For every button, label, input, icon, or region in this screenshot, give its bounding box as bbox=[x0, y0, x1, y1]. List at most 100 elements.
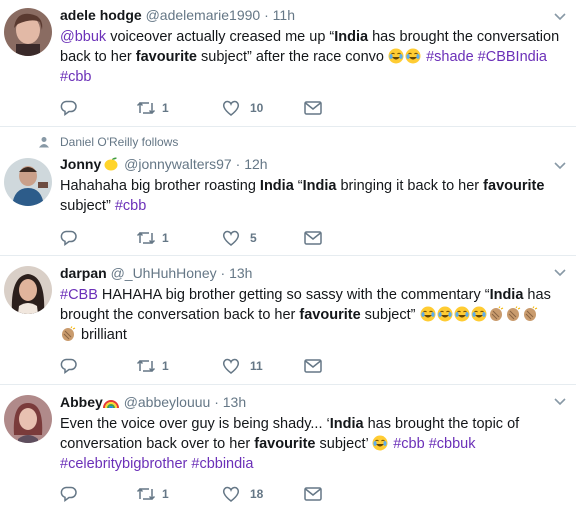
username[interactable]: @_UhHuhHoney bbox=[111, 265, 217, 281]
text-line: brought the conversation back to her fav… bbox=[60, 305, 566, 325]
like-count: 18 bbox=[250, 487, 264, 501]
avatar[interactable] bbox=[4, 395, 52, 443]
avatar[interactable] bbox=[4, 8, 52, 56]
direct-message-button[interactable] bbox=[304, 101, 322, 115]
tweet[interactable]: adele hodge @adelemarie1990 · 11h @bbuk … bbox=[0, 0, 576, 127]
heart-icon bbox=[223, 358, 239, 374]
text-span: HAHAHA big brother getting so sassy with… bbox=[97, 287, 490, 303]
text-line: brilliant bbox=[60, 325, 566, 345]
joy-emoji-icon bbox=[388, 48, 405, 64]
text-span: voiceover actually creased me up “ bbox=[106, 29, 335, 45]
like-count: 10 bbox=[250, 101, 264, 115]
direct-message-button[interactable] bbox=[304, 231, 322, 245]
hashtag-link[interactable]: #celebritybigbrother bbox=[60, 456, 187, 472]
like-button[interactable]: 5 bbox=[222, 230, 304, 246]
tweet[interactable]: Abbey @abbeylouuu · 13h Even the voice o… bbox=[0, 385, 576, 517]
hashtag-link[interactable]: #cbb bbox=[393, 436, 424, 452]
text-span: Even the voice over guy is being shady..… bbox=[60, 416, 330, 432]
text-line: subject” #cbb bbox=[60, 196, 566, 216]
retweet-button[interactable]: 1 bbox=[136, 100, 222, 116]
tweet[interactable]: Daniel O'Reilly follows Jonny @jonnywalt… bbox=[0, 127, 576, 256]
like-button[interactable]: 10 bbox=[222, 100, 304, 116]
display-name[interactable]: darpan bbox=[60, 265, 107, 281]
joy-emoji-icon bbox=[453, 306, 470, 322]
direct-message-button[interactable] bbox=[304, 487, 322, 501]
retweet-button[interactable]: 1 bbox=[136, 358, 222, 374]
separator-dot: · bbox=[214, 394, 219, 410]
retweet-icon bbox=[136, 487, 156, 501]
hashtag-link[interactable]: #cbb bbox=[115, 198, 146, 214]
tweet-header: Jonny @jonnywalters97 · 12h bbox=[60, 155, 566, 174]
hashtag-link[interactable]: #CBBIndia bbox=[478, 49, 547, 65]
like-button[interactable]: 11 bbox=[222, 358, 304, 374]
envelope-icon bbox=[304, 487, 322, 501]
text-line: Even the voice over guy is being shady..… bbox=[60, 414, 566, 434]
avatar[interactable] bbox=[4, 158, 52, 206]
reply-button[interactable] bbox=[60, 358, 136, 374]
retweet-button[interactable]: 1 bbox=[136, 486, 222, 502]
timestamp[interactable]: 13h bbox=[229, 265, 252, 281]
lemon-emoji-icon bbox=[104, 157, 118, 171]
avatar[interactable] bbox=[4, 266, 52, 314]
reply-icon bbox=[60, 100, 77, 116]
like-count: 11 bbox=[250, 359, 263, 373]
text-span: subject” after the race convo bbox=[197, 49, 389, 65]
joy-emoji-icon bbox=[372, 435, 389, 451]
reply-button[interactable] bbox=[60, 230, 136, 246]
envelope-icon bbox=[304, 231, 322, 245]
text-line: Hahahaha big brother roasting India “Ind… bbox=[60, 176, 566, 196]
tweet-text: #CBB HAHAHA big brother getting so sassy… bbox=[60, 285, 566, 345]
text-span: Hahahaha big brother roasting bbox=[60, 178, 260, 194]
like-button[interactable]: 18 bbox=[222, 486, 304, 502]
tweet-body: adele hodge @adelemarie1990 · 11h @bbuk … bbox=[60, 6, 566, 87]
retweet-icon bbox=[136, 359, 156, 373]
username[interactable]: @adelemarie1990 bbox=[146, 7, 261, 23]
display-name[interactable]: Jonny bbox=[60, 156, 101, 172]
timestamp[interactable]: 13h bbox=[223, 394, 246, 410]
retweet-count: 1 bbox=[162, 101, 169, 115]
mention-link[interactable]: @bbuk bbox=[60, 29, 106, 45]
retweet-count: 1 bbox=[162, 359, 169, 373]
retweet-count: 1 bbox=[162, 231, 169, 245]
text-span: subject’ bbox=[315, 436, 373, 452]
display-name[interactable]: adele hodge bbox=[60, 7, 142, 23]
reply-button[interactable] bbox=[60, 100, 136, 116]
retweet-button[interactable]: 1 bbox=[136, 230, 222, 246]
reply-button[interactable] bbox=[60, 486, 136, 502]
tweet-header: Abbey @abbeylouuu · 13h bbox=[60, 393, 566, 412]
display-name[interactable]: Abbey bbox=[60, 394, 103, 410]
rainbow-emoji-icon bbox=[102, 400, 119, 409]
timestamp[interactable]: 11h bbox=[273, 7, 295, 23]
joy-emoji-icon bbox=[436, 306, 453, 322]
tweet-actions: 1 11 bbox=[60, 356, 322, 376]
joy-emoji-icon bbox=[419, 306, 436, 322]
text-span: has brought the topic of bbox=[363, 416, 520, 432]
tweet-body: darpan @_UhHuhHoney · 13h #CBB HAHAHA bi… bbox=[60, 264, 566, 345]
clap-emoji-icon bbox=[523, 306, 537, 322]
text-line: #cbb bbox=[60, 67, 566, 87]
reply-icon bbox=[60, 358, 77, 374]
text-span: subject” bbox=[60, 198, 115, 214]
text-span: back to her bbox=[60, 49, 136, 65]
envelope-icon bbox=[304, 101, 322, 115]
tweet-header: darpan @_UhHuhHoney · 13h bbox=[60, 264, 566, 283]
social-context-text[interactable]: Daniel O'Reilly follows bbox=[60, 135, 178, 149]
text-span: has brought the conversation bbox=[368, 29, 560, 45]
hashtag-link[interactable]: #CBB bbox=[60, 287, 98, 303]
text-span: “ bbox=[293, 178, 303, 194]
text-line: back to her favourite subject” after the… bbox=[60, 47, 566, 67]
highlight-text: favourite bbox=[299, 307, 361, 323]
tweet[interactable]: darpan @_UhHuhHoney · 13h #CBB HAHAHA bi… bbox=[0, 256, 576, 385]
highlight-text: India bbox=[334, 29, 369, 45]
username[interactable]: @abbeylouuu bbox=[124, 394, 211, 410]
hashtag-link[interactable]: #cbbuk bbox=[429, 436, 476, 452]
timestamp[interactable]: 12h bbox=[244, 156, 267, 172]
direct-message-button[interactable] bbox=[304, 359, 322, 373]
hashtag-link[interactable]: #shade bbox=[426, 49, 474, 65]
highlight-text: India bbox=[489, 287, 524, 303]
text-line: @bbuk voiceover actually creased me up “… bbox=[60, 27, 566, 47]
username[interactable]: @jonnywalters97 bbox=[124, 156, 232, 172]
hashtag-link[interactable]: #cbbindia bbox=[191, 456, 253, 472]
highlight-text: favourite bbox=[483, 178, 545, 194]
hashtag-link[interactable]: #cbb bbox=[60, 69, 91, 85]
